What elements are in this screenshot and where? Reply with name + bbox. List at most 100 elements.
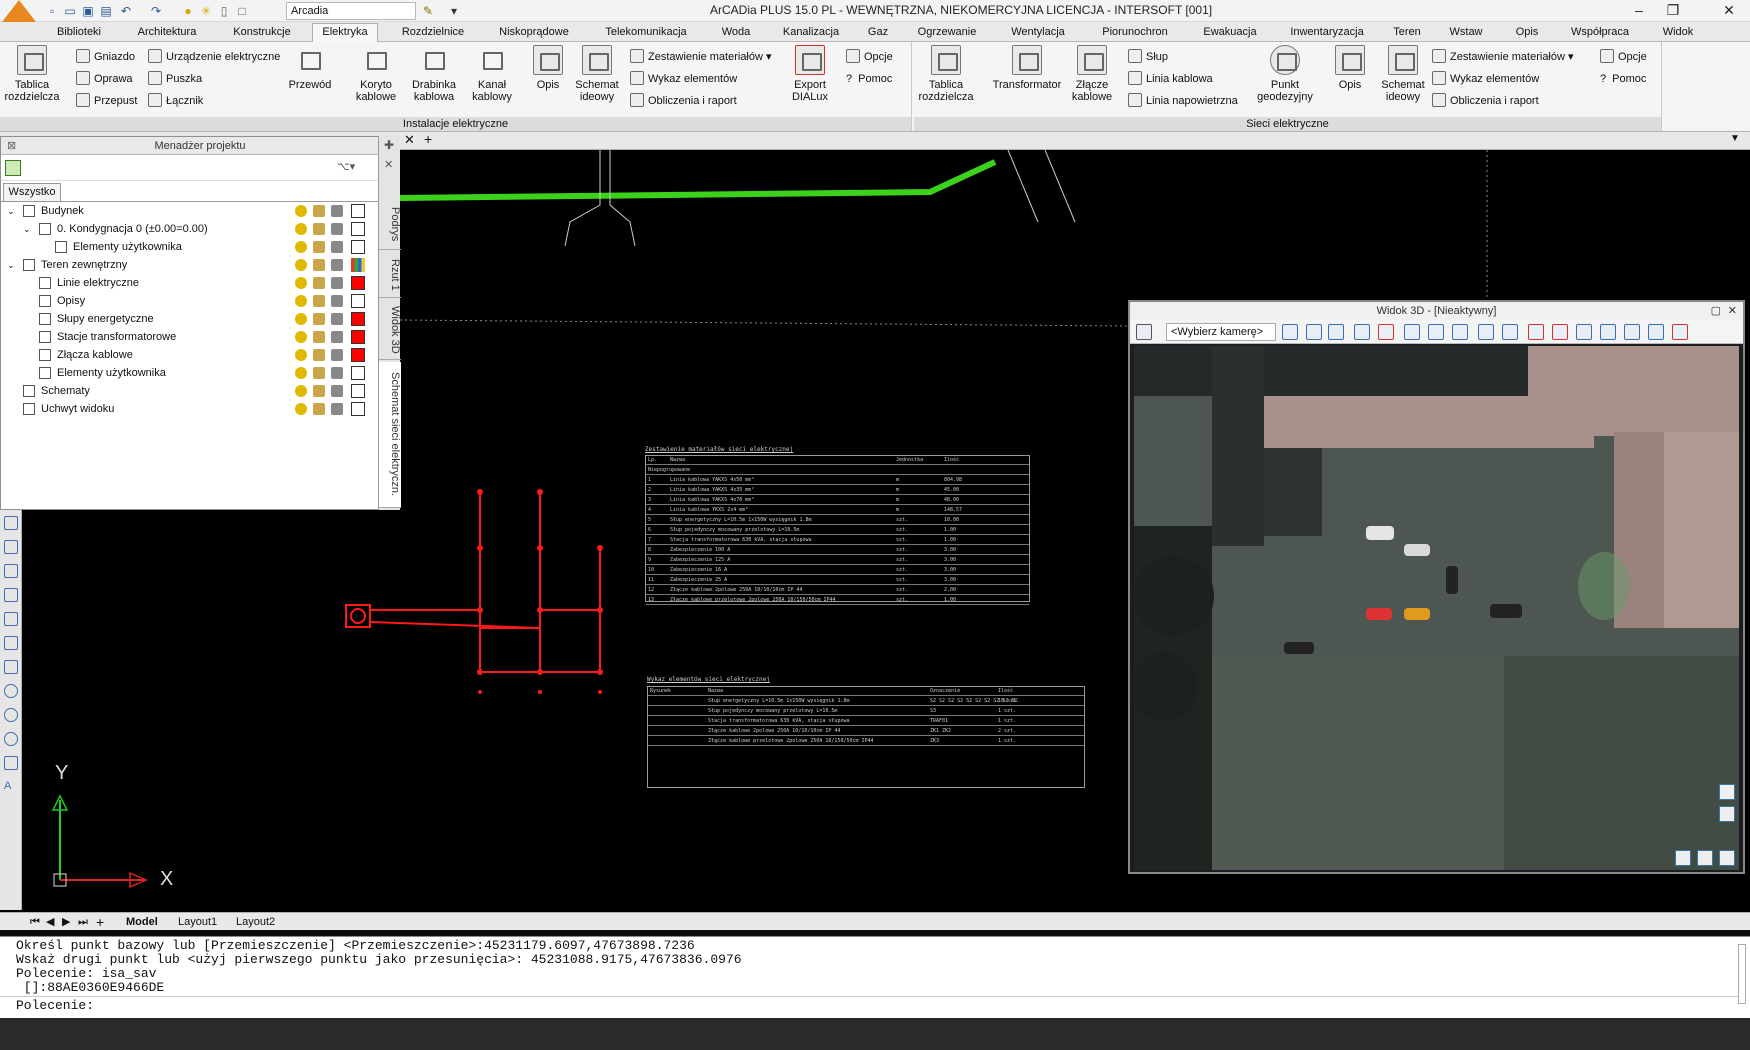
tree-item[interactable]: Stacje transformatorowe bbox=[1, 328, 379, 346]
tab-ewakuacja[interactable]: Ewakuacja bbox=[1198, 24, 1262, 42]
slup-button[interactable]: Słup bbox=[1128, 48, 1168, 66]
undo-icon[interactable]: ↶ bbox=[118, 3, 134, 19]
przepust-button[interactable]: Przepust bbox=[76, 92, 137, 110]
tree-item[interactable]: ⌄ 0. Kondygnacja 0 (±0.00=0.00) bbox=[1, 220, 379, 238]
print-toggle-icon[interactable] bbox=[331, 295, 343, 307]
linia-kablowa-button[interactable]: Linia kablowa bbox=[1128, 70, 1213, 88]
print-toggle-icon[interactable] bbox=[331, 349, 343, 361]
print-toggle-icon[interactable] bbox=[331, 331, 343, 343]
view3d-close-icon[interactable]: ✕ bbox=[1728, 302, 1737, 320]
expand-icon[interactable]: ⌄ bbox=[7, 256, 15, 274]
view3d-scene[interactable] bbox=[1134, 346, 1739, 870]
lock-toggle-icon[interactable] bbox=[313, 295, 325, 307]
tree-item[interactable]: Uchwyt widoku bbox=[1, 400, 379, 418]
nav-prev-icon[interactable]: ◀ bbox=[46, 914, 54, 930]
expand-icon[interactable]: ⌄ bbox=[7, 202, 15, 220]
app-logo-icon[interactable] bbox=[2, 0, 36, 22]
layer-color-swatch[interactable] bbox=[351, 384, 365, 398]
oprawa-button[interactable]: Oprawa bbox=[76, 70, 133, 88]
side-close-icon[interactable]: ✕ bbox=[384, 158, 393, 171]
rotate-view-icon[interactable] bbox=[1648, 324, 1664, 340]
side-tab-rzut1[interactable]: Rzut 1 bbox=[379, 252, 401, 298]
layer-color-swatch[interactable] bbox=[351, 258, 365, 272]
move-tool-icon[interactable] bbox=[4, 660, 18, 674]
camera-select[interactable]: <Wybierz kamerę> bbox=[1166, 323, 1276, 341]
layer-color-swatch[interactable] bbox=[351, 276, 365, 290]
tab-telekomunikacja[interactable]: Telekomunikacja bbox=[598, 24, 694, 42]
tablica-rozdzielcza-button[interactable]: Tablica rozdzielcza bbox=[2, 45, 62, 103]
koryto-button[interactable]: Koryto kablowe bbox=[350, 45, 402, 103]
layer-color-swatch[interactable] bbox=[351, 240, 365, 254]
close-doc-icon[interactable]: ✕ bbox=[404, 132, 415, 148]
visibility-bulb-icon[interactable] bbox=[295, 205, 307, 217]
doc-menu-icon[interactable]: ▼ bbox=[1730, 133, 1740, 144]
puszka-button[interactable]: Puszka bbox=[148, 70, 202, 88]
command-input[interactable]: Polecenie: bbox=[0, 996, 1740, 1016]
export-dialux-button[interactable]: Export DIALux bbox=[784, 45, 836, 103]
tree-item[interactable]: ⌄ Teren zewnętrzny bbox=[1, 256, 379, 274]
zoom-out-icon[interactable] bbox=[1719, 806, 1735, 822]
side-tab-podrys[interactable]: Podrys bbox=[379, 200, 401, 250]
opis2-button[interactable]: Opis bbox=[1328, 45, 1372, 91]
zestawienie-button[interactable]: Zestawienie materiałów ▾ bbox=[630, 48, 772, 66]
visibility-bulb-icon[interactable] bbox=[295, 349, 307, 361]
rotate-left-icon[interactable] bbox=[1675, 850, 1691, 866]
lock-toggle-icon[interactable] bbox=[313, 331, 325, 343]
text-tool-icon[interactable]: A bbox=[4, 780, 18, 794]
linia-napowietrzna-button[interactable]: Linia napowietrzna bbox=[1128, 92, 1238, 110]
schemat-button[interactable]: Schemat ideowy bbox=[572, 45, 622, 103]
tab-wspolpraca[interactable]: Współpraca bbox=[1566, 24, 1634, 42]
zoom-extents-icon[interactable] bbox=[1719, 850, 1735, 866]
visibility-bulb-icon[interactable] bbox=[295, 241, 307, 253]
polyline-tool-icon[interactable] bbox=[4, 540, 18, 554]
light-icon[interactable] bbox=[1282, 324, 1298, 340]
tab-teren[interactable]: Teren bbox=[1390, 24, 1424, 42]
circle-tool-icon[interactable] bbox=[4, 684, 18, 698]
sun-view-icon[interactable] bbox=[1576, 324, 1592, 340]
panel-pin-icon[interactable]: ⊠ bbox=[7, 137, 16, 155]
print-toggle-icon[interactable] bbox=[331, 241, 343, 253]
layer-color-swatch[interactable] bbox=[351, 402, 365, 416]
zlacze-button[interactable]: Złącze kablowe bbox=[1064, 45, 1120, 103]
side-pin-icon[interactable]: ✚ bbox=[384, 138, 394, 152]
render-icon[interactable] bbox=[1354, 324, 1370, 340]
restore-icon[interactable]: ❐ bbox=[1656, 0, 1690, 22]
perspective-icon[interactable] bbox=[1328, 324, 1344, 340]
zestawienie2-button[interactable]: Zestawienie materiałów ▾ bbox=[1432, 48, 1574, 66]
obliczenia2-button[interactable]: Obliczenia i raport bbox=[1432, 92, 1539, 110]
layer-color-swatch[interactable] bbox=[351, 330, 365, 344]
circle2-tool-icon[interactable] bbox=[4, 732, 18, 746]
fly-icon[interactable] bbox=[1428, 324, 1444, 340]
tree-item[interactable]: Elementy użytkownika bbox=[1, 238, 379, 256]
print-toggle-icon[interactable] bbox=[331, 367, 343, 379]
print-icon[interactable]: ▤ bbox=[98, 3, 114, 19]
lock-toggle-icon[interactable] bbox=[313, 259, 325, 271]
schemat2-button[interactable]: Schemat ideowy bbox=[1378, 45, 1428, 103]
kanal-button[interactable]: Kanał kablowy bbox=[466, 45, 518, 103]
rotate-right-icon[interactable] bbox=[1697, 850, 1713, 866]
command-scrollbar[interactable] bbox=[1738, 944, 1746, 1004]
nav-first-icon[interactable]: ⏮ bbox=[30, 914, 40, 930]
wykaz-button[interactable]: Wykaz elementów bbox=[630, 70, 737, 88]
expand-icon[interactable]: ⌄ bbox=[23, 220, 31, 238]
lock-toggle-icon[interactable] bbox=[313, 205, 325, 217]
tab-ogrzewanie[interactable]: Ogrzewanie bbox=[912, 24, 982, 42]
tab-gaz[interactable]: Gaz bbox=[864, 24, 892, 42]
lock-toggle-icon[interactable] bbox=[313, 277, 325, 289]
visibility-bulb-icon[interactable] bbox=[295, 313, 307, 325]
tree-item[interactable]: ⌄ Budynek bbox=[1, 202, 379, 220]
pomoc2-button[interactable]: ? Pomoc bbox=[1600, 70, 1646, 88]
visibility-bulb-icon[interactable] bbox=[295, 277, 307, 289]
hatch-tool-icon[interactable] bbox=[4, 612, 18, 626]
tab-opis[interactable]: Opis bbox=[1512, 24, 1542, 42]
lock-toggle-icon[interactable] bbox=[313, 403, 325, 415]
dim-tool-icon[interactable] bbox=[4, 564, 18, 578]
save-icon[interactable]: ▣ bbox=[80, 3, 96, 19]
3d-mode-icon[interactable] bbox=[1624, 324, 1640, 340]
lock-toggle-icon[interactable] bbox=[313, 349, 325, 361]
orbit-icon[interactable] bbox=[1404, 324, 1420, 340]
layout-tab-model[interactable]: Model bbox=[126, 914, 158, 930]
nav-next-icon[interactable]: ▶ bbox=[62, 914, 70, 930]
add-level-icon[interactable] bbox=[5, 160, 21, 176]
tab-rozdzielnice[interactable]: Rozdzielnice bbox=[396, 24, 470, 42]
